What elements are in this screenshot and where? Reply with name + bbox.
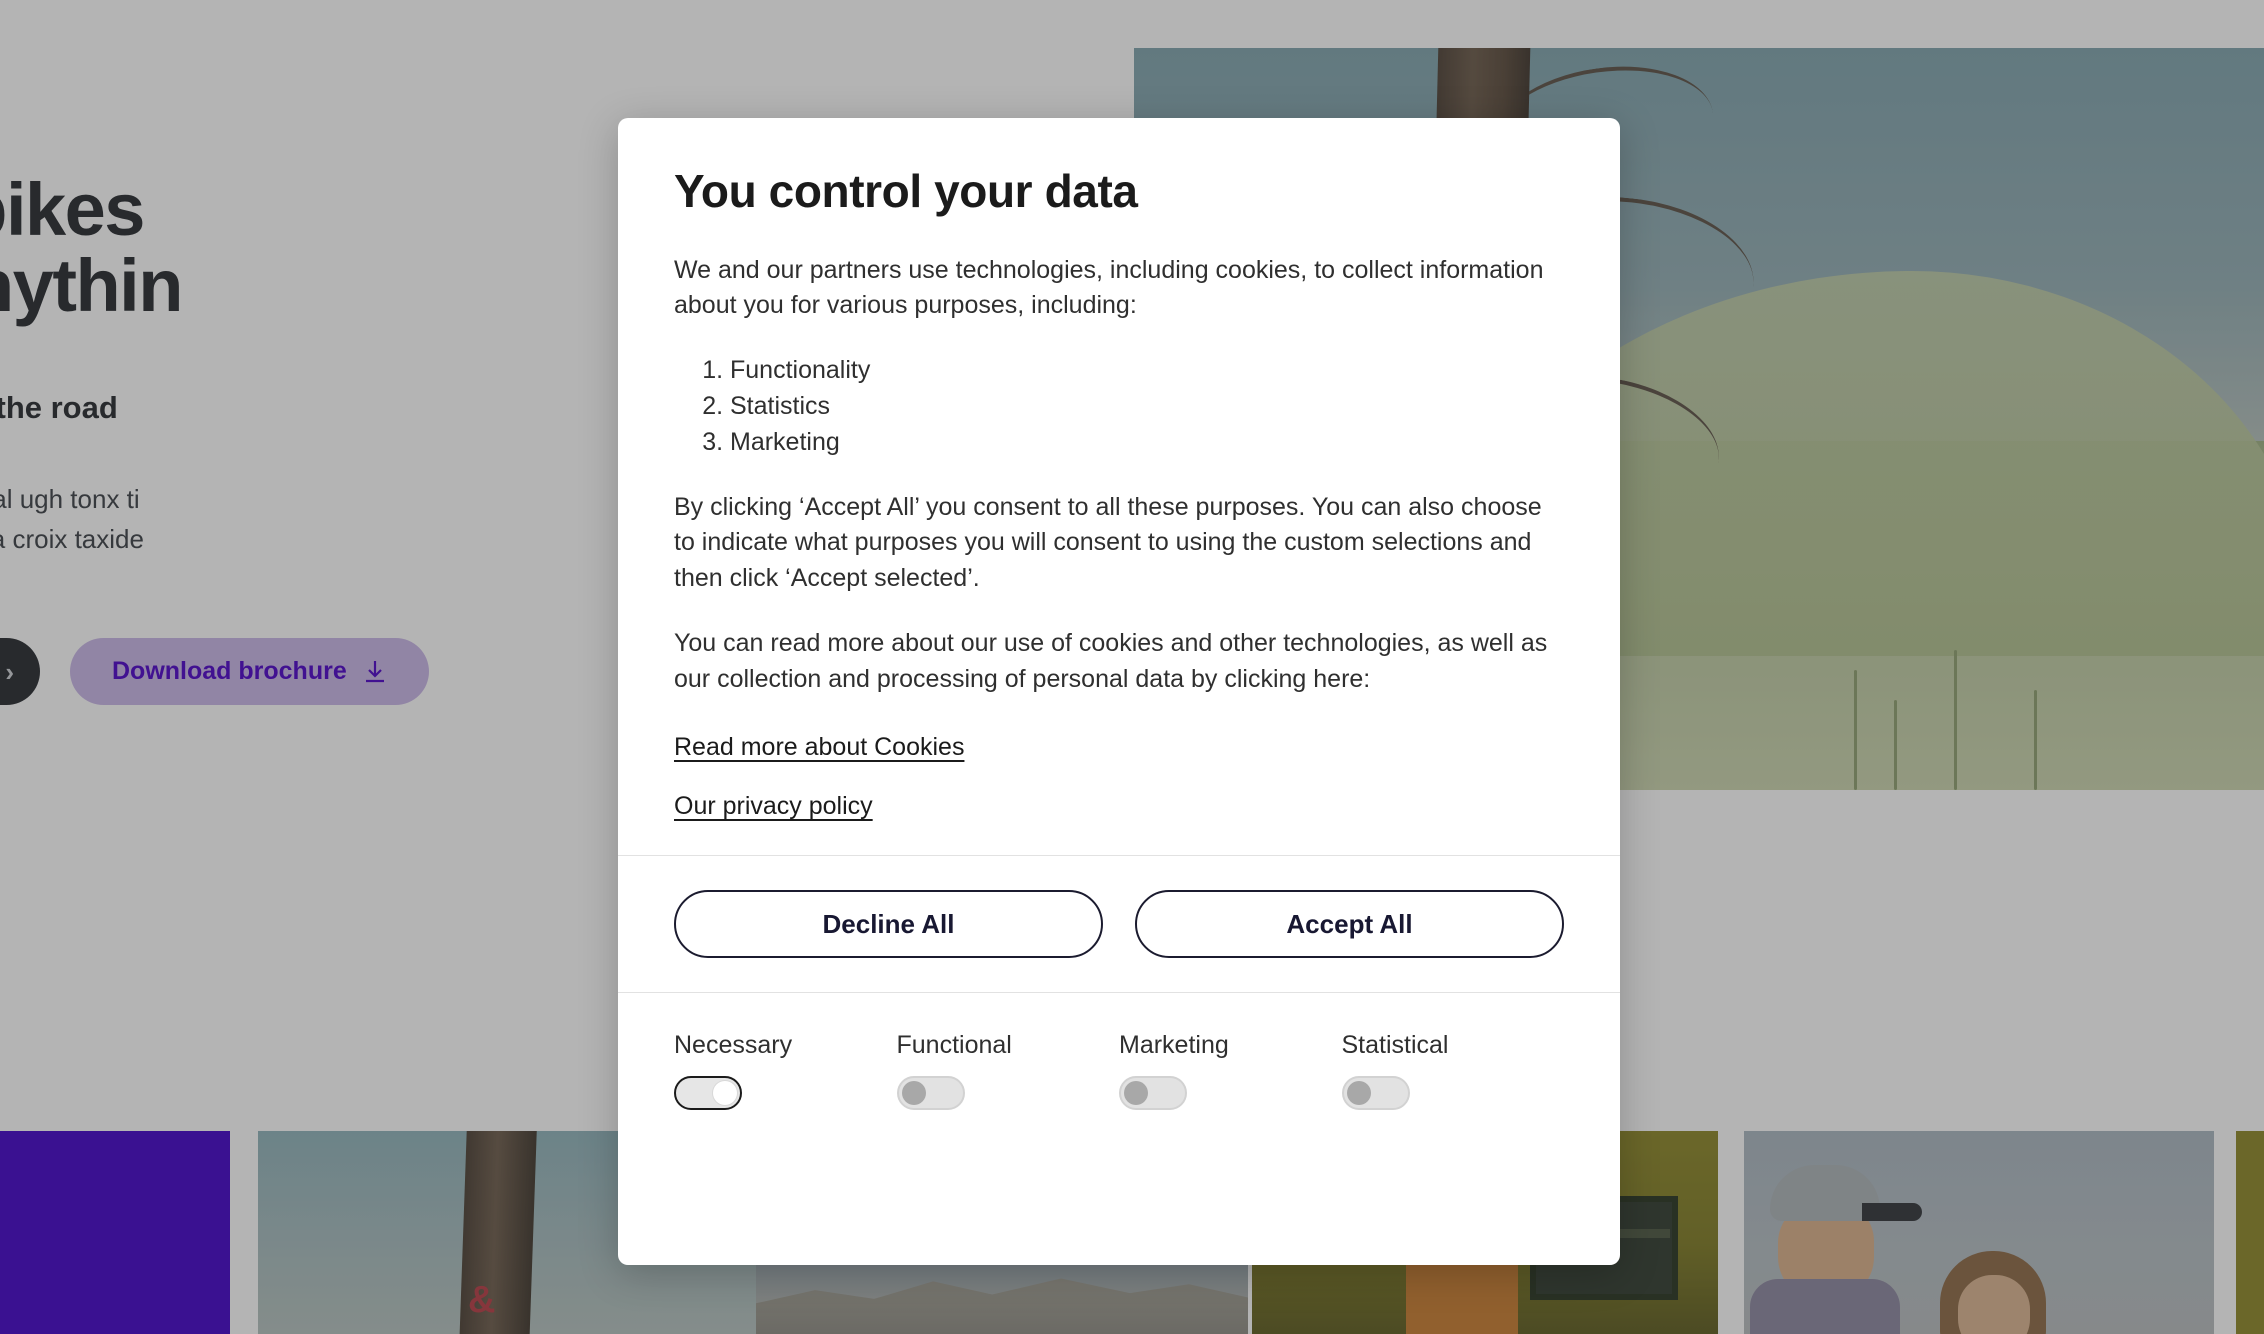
- read-more-cookies-link[interactable]: Read more about Cookies: [674, 733, 964, 762]
- purpose-list: Functionality Statistics Marketing: [708, 352, 1564, 460]
- dialog-intro-text: We and our partners use technologies, in…: [674, 255, 1544, 320]
- decline-all-button[interactable]: Decline All: [674, 890, 1103, 959]
- toggle-cell-marketing: Marketing: [1119, 1031, 1342, 1111]
- toggle-knob: [1346, 1081, 1371, 1106]
- consent-paragraph: By clicking ‘Accept All’ you consent to …: [674, 492, 1542, 592]
- toggle-statistical[interactable]: [1341, 1076, 1410, 1111]
- toggle-knob: [713, 1081, 737, 1106]
- toggle-marketing[interactable]: [1119, 1076, 1187, 1111]
- toggle-label-necessary: Necessary: [674, 1031, 793, 1060]
- dialog-body: You control your data We and our partner…: [618, 118, 1620, 855]
- toggle-functional[interactable]: [896, 1076, 965, 1111]
- toggle-knob: [901, 1081, 926, 1106]
- cookie-consent-dialog: You control your data We and our partner…: [618, 118, 1620, 1265]
- dialog-title: You control your data: [674, 165, 1138, 217]
- toggle-cell-statistical: Statistical: [1341, 1031, 1565, 1111]
- toggle-necessary[interactable]: [674, 1076, 742, 1111]
- toggle-cell-functional: Functional: [896, 1031, 1120, 1111]
- list-item: Functionality: [730, 352, 1564, 388]
- dialog-links: Read more about Cookies Our privacy poli…: [674, 733, 1564, 821]
- toggle-label-marketing: Marketing: [1119, 1031, 1229, 1060]
- accept-all-button[interactable]: Accept All: [1135, 890, 1564, 959]
- consent-toggle-group: Necessary Functional Marketing Statistic…: [618, 993, 1620, 1154]
- read-more-paragraph: You can read more about our use of cooki…: [674, 629, 1548, 693]
- list-item: Statistics: [730, 388, 1564, 424]
- list-item: Marketing: [730, 424, 1564, 460]
- toggle-knob: [1124, 1081, 1148, 1106]
- toggle-cell-necessary: Necessary: [674, 1031, 897, 1111]
- toggle-label-functional: Functional: [896, 1031, 1012, 1060]
- dialog-actions: Decline All Accept All: [618, 855, 1620, 994]
- toggle-label-statistical: Statistical: [1341, 1031, 1449, 1060]
- privacy-policy-link[interactable]: Our privacy policy: [674, 792, 873, 821]
